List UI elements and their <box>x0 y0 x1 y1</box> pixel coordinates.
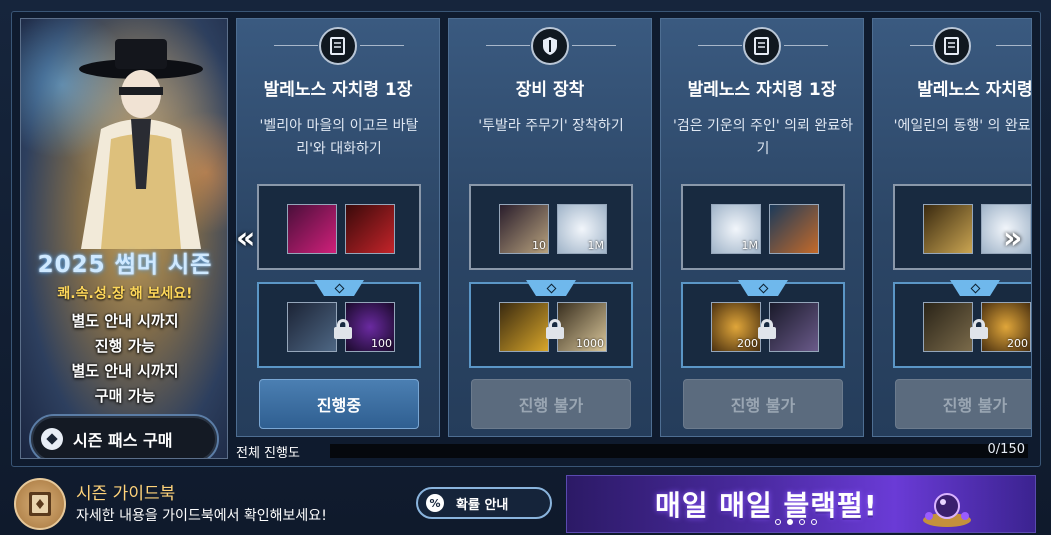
silver-coin-item[interactable]: 1M <box>711 204 761 254</box>
pet-food-bowl-item[interactable]: 200 <box>970 302 1031 352</box>
quest-description: '벨리아 마을의 이고르 바탈리'와 대화하기 <box>259 118 419 157</box>
scroll-icon <box>933 27 971 65</box>
prev-arrow-icon[interactable]: « <box>236 224 255 254</box>
divider <box>698 45 742 46</box>
treasure-chest-item[interactable] <box>287 302 337 352</box>
guidebook-subtitle: 자세한 내용을 가이드북에서 확인해보세요! <box>76 508 327 524</box>
page-dot-active[interactable] <box>787 519 793 525</box>
quest-title: 장비 장착 <box>515 80 585 100</box>
divider <box>996 45 1031 46</box>
probability-info-button[interactable]: % 확률 안내 <box>416 487 552 519</box>
lock-icon <box>970 319 988 339</box>
silver-coin-item[interactable]: 1M <box>557 204 607 254</box>
free-reward-box <box>257 184 421 270</box>
total-progress-bar <box>330 444 1028 458</box>
creature-item[interactable] <box>758 302 819 352</box>
premium-pearl-icon <box>314 280 364 296</box>
blue-ticket-item[interactable] <box>769 204 819 254</box>
black-pearl-promo-banner[interactable]: 매일 매일 블랙펄! <box>566 475 1036 533</box>
promo-text: 매일 매일 블랙펄! <box>655 489 878 522</box>
red-gift-box-item[interactable] <box>345 204 395 254</box>
quest-description: '투발라 주무기' 장착하기 <box>478 118 624 134</box>
buy-season-pass-button[interactable]: 시즌 패스 구매 <box>29 414 219 458</box>
item-quantity: 1M <box>741 239 759 252</box>
quest-card: 장비 장착 '투발라 주무기' 장착하기 10 1M 1000 진행 불가 <box>448 18 652 437</box>
quest-title: 발레노스 자치령 1장 <box>263 80 413 100</box>
lock-icon <box>334 319 352 339</box>
percent-icon: % <box>426 494 444 512</box>
quest-card: 발레노스 자치령 1장 '검은 기운의 주인' 의뢰 완료하기 1M 200 진행 불가 <box>660 18 864 437</box>
quest-description: '검은 기운의 주인' 의뢰 완료하기 <box>672 118 854 157</box>
item-quantity: 10 <box>532 239 546 252</box>
free-reward-box: 1M <box>681 184 845 270</box>
premium-pearl-icon <box>526 280 576 296</box>
banner-line: 별도 안내 시까지 <box>71 312 179 330</box>
season-pass-window: 2025 썸머 시즌 쾌.속.성.장 해 보세요! 별도 안내 시까지 진행 가… <box>0 0 1051 535</box>
item-quantity: 200 <box>737 337 758 350</box>
in-progress-button[interactable]: 진행중 <box>259 379 419 429</box>
divider <box>486 45 530 46</box>
parchment-item[interactable]: 1000 <box>546 302 607 352</box>
premium-pearl-icon <box>738 280 788 296</box>
item-quantity: 1M <box>587 239 605 252</box>
gold-chest-item[interactable] <box>923 204 973 254</box>
total-progress-label: 전체 진행도 <box>236 446 300 461</box>
free-reward-box: 10 1M <box>469 184 633 270</box>
unavailable-button[interactable]: 진행 불가 <box>895 379 1031 429</box>
banner-line: 별도 안내 시까지 <box>71 362 179 380</box>
unavailable-button[interactable]: 진행 불가 <box>683 379 843 429</box>
purple-orb-item[interactable]: 100 <box>334 302 395 352</box>
wooden-chest-item[interactable] <box>923 302 973 352</box>
scroll-icon <box>743 27 781 65</box>
total-progress-value: 0/150 <box>987 442 1025 457</box>
lock-icon <box>758 319 776 339</box>
item-quantity: 100 <box>371 337 392 350</box>
quest-title: 발레노스 자치령 <box>917 80 1032 100</box>
divider <box>274 45 318 46</box>
quest-title: 발레노스 자치령 1장 <box>687 80 837 100</box>
character-illustration <box>79 39 203 249</box>
banner-title: 2025 썸머 시즌 <box>37 252 213 278</box>
premium-reward-box: 1000 <box>469 280 633 368</box>
divider <box>784 45 828 46</box>
premium-reward-box: 200 <box>893 280 1031 368</box>
pink-weapon-item[interactable] <box>287 204 337 254</box>
banner-line: 진행 가능 <box>94 337 156 355</box>
book-icon <box>29 492 51 516</box>
quest-description: '에일린의 동행' 의 완료하기 <box>893 118 1031 134</box>
gold-ticket-item[interactable] <box>499 302 549 352</box>
season-banner: 2025 썸머 시즌 쾌.속.성.장 해 보세요! 별도 안내 시까지 진행 가… <box>20 18 228 459</box>
item-quantity: 200 <box>1007 337 1028 350</box>
shield-sword-icon <box>531 27 569 65</box>
pet-food-bowl-item[interactable]: 200 <box>711 302 761 352</box>
lock-icon <box>546 319 564 339</box>
quest-card: 발레노스 자치령 1장 '벨리아 마을의 이고르 바탈리'와 대화하기 100 진행중 <box>236 18 440 437</box>
premium-reward-box: 200 <box>681 280 845 368</box>
banner-line: 구매 가능 <box>94 387 156 405</box>
page-dot[interactable] <box>775 519 781 525</box>
unavailable-button[interactable]: 진행 불가 <box>471 379 631 429</box>
banner-slogan: 쾌.속.성.장 해 보세요! <box>57 286 193 302</box>
probability-info-label: 확률 안내 <box>456 497 509 513</box>
page-dot[interactable] <box>799 519 805 525</box>
scroll-icon <box>319 27 357 65</box>
page-dot[interactable] <box>811 519 817 525</box>
item-quantity: 1000 <box>576 337 604 350</box>
black-pearl-icon <box>923 493 971 527</box>
premium-reward-box: 100 <box>257 280 421 368</box>
guidebook-icon[interactable] <box>14 478 66 530</box>
guidebook-title[interactable]: 시즌 가이드북 <box>76 479 175 504</box>
divider <box>360 45 404 46</box>
premium-pearl-icon <box>950 280 1000 296</box>
buy-season-pass-label: 시즌 패스 구매 <box>73 431 173 450</box>
next-arrow-icon[interactable]: » <box>1003 224 1022 254</box>
divider <box>572 45 616 46</box>
promo-page-dots <box>775 519 817 525</box>
pearl-icon <box>41 428 63 450</box>
scroll-quill-item[interactable]: 10 <box>499 204 549 254</box>
